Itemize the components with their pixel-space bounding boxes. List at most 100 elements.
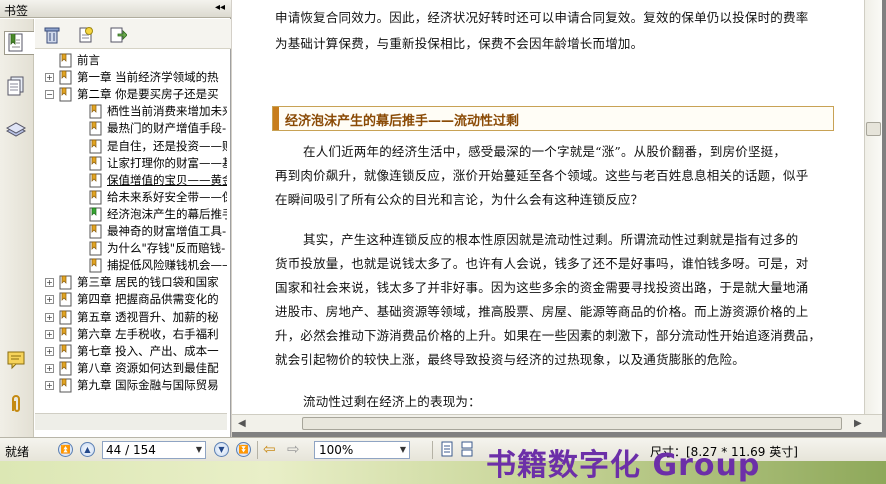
previous-page-button[interactable]: ▲ bbox=[80, 442, 95, 457]
paragraph-line: 国家和社会来说，钱太多了并非好事。因为这些多余的资金需要寻找投资出路，于是就大量… bbox=[275, 280, 809, 295]
vertical-scroll-thumb[interactable] bbox=[866, 122, 881, 136]
bookmark-item[interactable]: + 第五章 透视晋升、加薪的秘 bbox=[35, 309, 227, 326]
bookmark-item[interactable]: 捕捉低风险赚钱机会—— bbox=[35, 257, 227, 274]
expand-icon[interactable]: + bbox=[45, 312, 54, 322]
last-page-icon: ⏬ bbox=[238, 445, 249, 454]
bookmark-item[interactable]: + 第三章 居民的钱口袋和国家 bbox=[35, 274, 227, 291]
layers-icon bbox=[5, 122, 27, 137]
bookmark-item[interactable]: 为什么"存钱"反而赔钱- bbox=[35, 240, 227, 257]
expand-icon[interactable]: + bbox=[45, 329, 54, 339]
expand-icon[interactable]: + bbox=[45, 346, 54, 356]
bookmark-label: 第八章 资源如何达到最佳配 bbox=[77, 360, 219, 375]
bookmark-icon bbox=[89, 104, 102, 119]
bookmark-label: 第一章 当前经济学领域的热 bbox=[77, 70, 219, 85]
next-page-button[interactable]: ▼ bbox=[214, 442, 229, 457]
bookmark-item[interactable]: − 第二章 你是要买房子还是买 bbox=[35, 86, 227, 103]
bookmark-item[interactable]: 前言 bbox=[35, 52, 227, 69]
collapse-panel-icon[interactable]: ◂◂ bbox=[215, 2, 225, 13]
bookmark-label: 给未来系好安全带——保 bbox=[107, 189, 227, 204]
layers-tab[interactable] bbox=[5, 119, 29, 143]
side-tab-strip bbox=[0, 19, 34, 437]
bookmark-icon bbox=[59, 53, 72, 68]
horizontal-scrollbar[interactable]: ◀ ▶ bbox=[232, 414, 882, 432]
status-text: 就绪 bbox=[5, 445, 30, 459]
bookmark-item[interactable]: 经济泡沫产生的幕后推手 bbox=[35, 206, 227, 223]
bookmarks-tab[interactable] bbox=[4, 31, 34, 55]
back-arrow-icon[interactable]: ⇦ bbox=[263, 440, 276, 458]
bookmark-item[interactable]: + 第七章 投入、产出、成本一 bbox=[35, 343, 227, 360]
bookmark-item[interactable]: 栖性当前消费来增加未来 bbox=[35, 103, 227, 120]
delete-bookmark-button[interactable] bbox=[43, 26, 61, 44]
goto-bookmark-button[interactable] bbox=[109, 26, 128, 44]
expand-icon[interactable]: + bbox=[45, 295, 54, 305]
pages-tab[interactable] bbox=[5, 75, 29, 99]
bookmark-icon bbox=[59, 361, 72, 376]
chevron-down-icon: ▼ bbox=[195, 445, 202, 454]
bookmark-icon bbox=[59, 275, 72, 290]
collapse-icon[interactable]: − bbox=[45, 90, 54, 100]
bookmark-item[interactable]: 让家打理你的财富——基 bbox=[35, 155, 227, 172]
bookmark-icon bbox=[89, 156, 102, 171]
new-bookmark-icon bbox=[79, 27, 93, 43]
bookmark-item[interactable]: + 第九章 国际金融与国际贸易 bbox=[35, 377, 227, 394]
bookmark-item[interactable]: + 第六章 左手税收，右手福利 bbox=[35, 326, 227, 343]
bookmark-label: 为什么"存钱"反而赔钱- bbox=[107, 241, 226, 256]
delete-icon bbox=[44, 27, 60, 44]
watermark: 书籍数字化 Group bbox=[486, 448, 761, 483]
paragraph-line: 货币投放量，也就是说钱太多了。也许有人会说，钱多了还不是好事吗，谁怕钱多呀。可是… bbox=[275, 256, 809, 271]
goto-bookmark-icon bbox=[110, 27, 128, 43]
bookmark-item[interactable]: 最神奇的财富增值工具- bbox=[35, 223, 227, 240]
expand-icon[interactable]: + bbox=[45, 380, 54, 390]
bookmark-icon bbox=[59, 327, 72, 342]
bookmark-icon bbox=[59, 292, 72, 307]
bookmark-icon bbox=[89, 241, 102, 256]
vertical-scrollbar[interactable] bbox=[864, 0, 882, 414]
attachments-tab[interactable] bbox=[5, 393, 29, 417]
bookmark-item[interactable]: 给未来系好安全带——保 bbox=[35, 189, 227, 206]
comments-tab[interactable] bbox=[5, 349, 29, 373]
first-page-button[interactable]: ⏫ bbox=[58, 442, 73, 457]
bookmark-item[interactable]: + 第四章 把握商品供需变化的 bbox=[35, 291, 227, 308]
section-heading: 经济泡沫产生的幕后推手——流动性过剩 bbox=[272, 106, 834, 131]
scroll-left-icon[interactable]: ◀ bbox=[238, 418, 246, 429]
bookmark-item[interactable]: 保值增值的宝贝——黄金 bbox=[35, 172, 227, 189]
expand-icon[interactable]: + bbox=[45, 73, 54, 83]
bookmark-label: 第九章 国际金融与国际贸易 bbox=[77, 377, 219, 392]
bookmark-label: 第七章 投入、产出、成本一 bbox=[77, 343, 219, 358]
expand-icon[interactable]: + bbox=[45, 363, 54, 373]
bookmark-label: 第四章 把握商品供需变化的 bbox=[77, 292, 219, 307]
paragraph-line: 就会引起物价的较快上涨，最终导致投资与经济的过热现象，以及通货膨胀的危险。 bbox=[275, 352, 745, 367]
bookmark-label: 第三章 居民的钱口袋和国家 bbox=[77, 275, 219, 290]
bookmark-tree[interactable]: 前言 + 第一章 当前经济学领域的热 − 第二章 你是要买房子还是买 栖性当前消费来增加未… bbox=[35, 50, 227, 410]
expand-icon[interactable]: + bbox=[45, 278, 54, 288]
bookmark-item[interactable]: + 第八章 资源如何达到最佳配 bbox=[35, 360, 227, 377]
forward-arrow-icon[interactable]: ⇨ bbox=[287, 440, 300, 458]
bookmark-icon bbox=[89, 258, 102, 273]
bookmark-icon bbox=[59, 344, 72, 359]
bookmark-icon bbox=[89, 139, 102, 153]
bookmark-toolbar bbox=[35, 19, 231, 49]
continuous-page-icon[interactable] bbox=[460, 441, 474, 460]
bookmark-item[interactable]: + 第一章 当前经济学领域的热 bbox=[35, 69, 227, 86]
bookmark-label: 是自住，还是投资——购 bbox=[107, 138, 227, 153]
single-page-icon[interactable] bbox=[440, 441, 454, 460]
new-bookmark-button[interactable] bbox=[77, 26, 95, 44]
bookmark-label: 第六章 左手税收，右手福利 bbox=[77, 326, 219, 341]
attachments-icon bbox=[12, 395, 20, 412]
section-heading-text: 经济泡沫产生的幕后推手——流动性过剩 bbox=[285, 114, 520, 129]
bookmark-item[interactable]: 是自住，还是投资——购 bbox=[35, 138, 227, 155]
bookmark-icon bbox=[59, 87, 72, 102]
scroll-right-icon[interactable]: ▶ bbox=[854, 418, 862, 429]
last-page-button[interactable]: ⏬ bbox=[236, 442, 251, 457]
bookmark-label: 让家打理你的财富——基 bbox=[107, 155, 227, 170]
bookmark-item[interactable]: 最热门的财产增值手段- bbox=[35, 120, 227, 137]
bookmark-label: 第五章 透视晋升、加薪的秘 bbox=[77, 309, 219, 324]
page-number-field[interactable]: 44 / 154 ▼ bbox=[102, 441, 206, 459]
tree-horizontal-scrollbar[interactable] bbox=[35, 413, 227, 430]
horizontal-scroll-thumb[interactable] bbox=[302, 417, 842, 430]
zoom-field[interactable]: 100% ▼ bbox=[314, 441, 410, 459]
bookmark-label: 最热门的财产增值手段- bbox=[107, 121, 227, 136]
next-page-icon: ▼ bbox=[218, 445, 225, 454]
paragraph-line: 在瞬间吸引了所有公众的目光和言论，为什么会有这种连锁反应？ bbox=[275, 192, 644, 207]
bookmark-label: 前言 bbox=[77, 53, 100, 67]
